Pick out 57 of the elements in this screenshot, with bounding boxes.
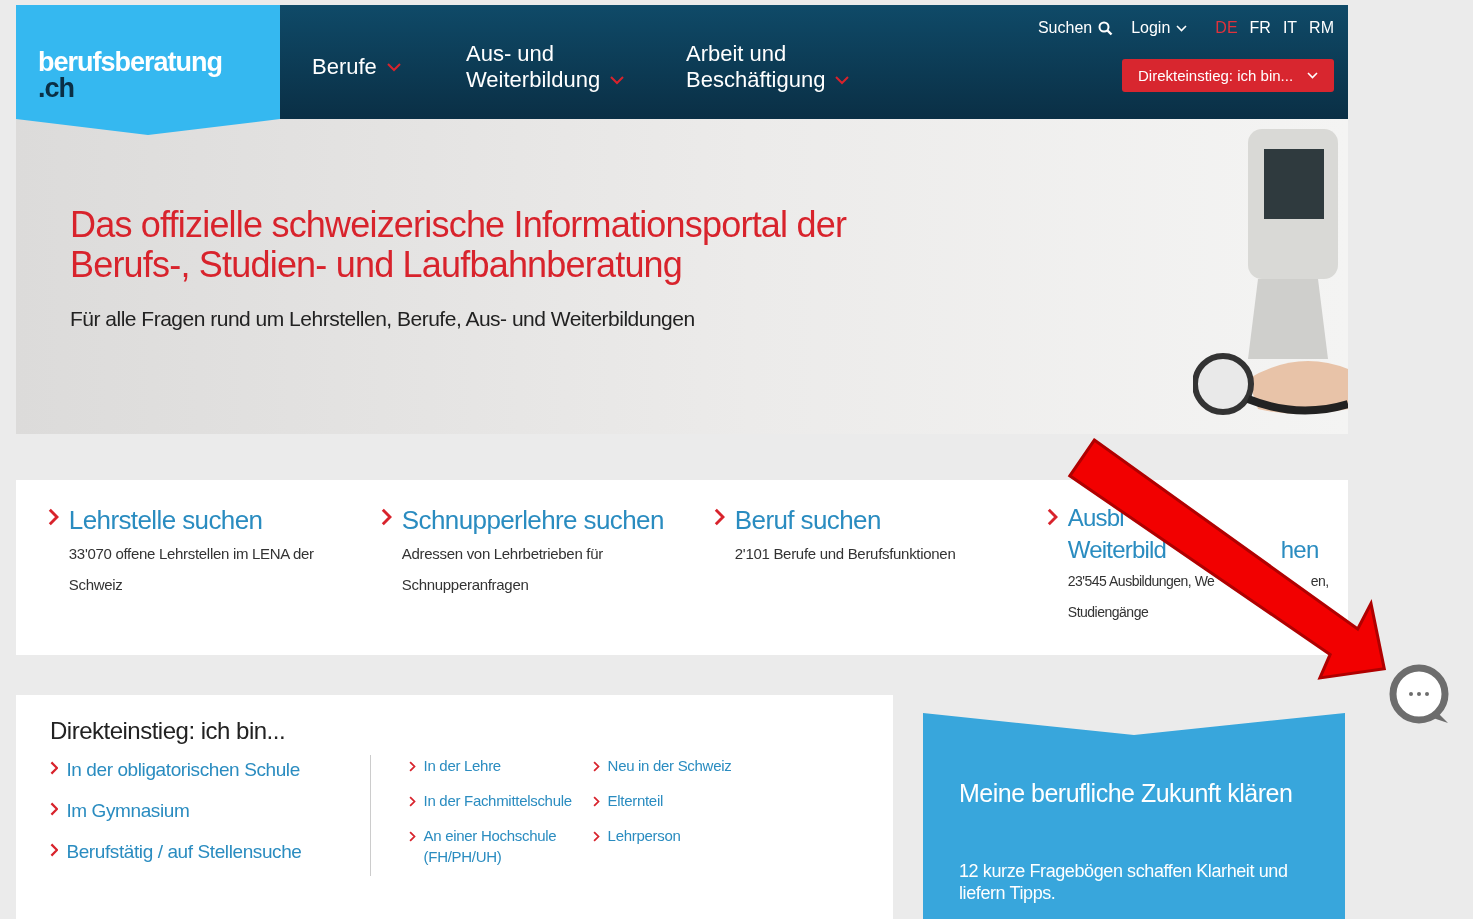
language-link[interactable]: RM (1309, 19, 1334, 37)
quick-link-description: 33'070 offene Lehrstellen im LENA der Schweiz (68, 544, 315, 595)
panel-title: Direkteinstieg: ich bin... (50, 717, 287, 745)
search-link[interactable]: Suchen (1037, 19, 1114, 37)
chevron-right-icon (1047, 508, 1058, 526)
quick-link[interactable]: Ausbi (1067, 502, 1124, 534)
chevron-down-icon (610, 76, 625, 85)
login-link[interactable]: Login (1131, 19, 1188, 37)
chevron-right-icon (593, 761, 600, 772)
chevron-right-icon (50, 802, 59, 816)
language-link[interactable]: IT (1282, 19, 1298, 37)
chevron-right-icon (50, 843, 59, 857)
chevron-down-icon (835, 76, 850, 85)
quick-link-description: Studiengänge (1067, 603, 1149, 622)
chevron-right-icon (593, 796, 600, 807)
quick-link[interactable]: Lehrstelle suchen (68, 502, 329, 538)
chevron-right-icon (714, 508, 725, 526)
entry-link[interactable]: Lehrperson (607, 825, 768, 846)
entry-link[interactable]: Berufstätig / auf Stellensuche (66, 837, 302, 866)
entry-link[interactable]: In der Lehre (423, 755, 584, 776)
chevron-right-icon (409, 761, 416, 772)
entry-link[interactable]: Im Gymnasium (66, 796, 190, 825)
nav-menu-item[interactable]: Aus- und Weiterbildung (466, 31, 686, 93)
chevron-down-icon (386, 63, 401, 72)
chevron-right-icon (50, 761, 59, 775)
chevron-right-icon (593, 831, 600, 842)
entry-link[interactable]: In der obligatorischen Schule (66, 755, 300, 784)
direct-entry-dropdown[interactable]: Direkteinstieg: ich bin... (1122, 59, 1334, 92)
quick-link-description: en, (1310, 572, 1329, 591)
language-link[interactable]: DE (1215, 19, 1238, 37)
chevron-right-icon (409, 796, 416, 807)
entry-link[interactable]: Elternteil (607, 790, 768, 811)
hero-subtitle: Für alle Fragen rund um Lehrstellen, Berufe, Aus- und Weiterbildungen (70, 307, 696, 331)
chevron-right-icon (48, 508, 59, 526)
quick-link[interactable]: Beruf suchen (734, 502, 995, 538)
quick-link[interactable]: Schnupperlehre suchen (401, 502, 664, 538)
quick-link-description: 23'545 Ausbildungen, We (1067, 572, 1215, 591)
language-link[interactable]: FR (1249, 19, 1271, 37)
chevron-down-icon (1307, 72, 1318, 79)
quick-link-description: Adressen von Lehrbetrieben für Schnupperanfragen (401, 544, 604, 595)
quick-link[interactable]: Weiterbild (1067, 534, 1167, 566)
entry-link[interactable]: In der Fachmittelschule (423, 790, 584, 811)
promo-title: Meine berufliche Zukunft klären (959, 779, 1294, 808)
entry-link[interactable]: An einer Hochschule (FH/PH/UH) (423, 825, 584, 867)
hero-title: Das offizielle schweizerische Informationsportal der Berufs-, Studien- und Laufbahnberatung (70, 205, 847, 285)
quick-link[interactable]: hen (1280, 534, 1319, 566)
promo-card[interactable]: Meine berufliche Zukunft klären 12 kurze Fragebögen schaffen Klarheit und liefern Tipps. (923, 713, 1345, 919)
site-logo[interactable]: berufsberatung .ch (16, 5, 280, 135)
entry-link[interactable]: Neu in der Schweiz (607, 755, 768, 776)
promo-text: 12 kurze Fragebögen schaffen Klarheit und liefern Tipps. (959, 860, 1289, 904)
chevron-right-icon (409, 831, 416, 842)
quick-link-description: 2'101 Berufe und Berufsfunktionen (734, 544, 957, 564)
chevron-right-icon (381, 508, 392, 526)
nav-menu-item[interactable]: Arbeit und Beschäftigung (686, 31, 946, 93)
chevron-down-icon (1176, 24, 1188, 32)
search-icon (1098, 20, 1114, 36)
nav-menu-item[interactable]: Berufe (312, 44, 466, 80)
